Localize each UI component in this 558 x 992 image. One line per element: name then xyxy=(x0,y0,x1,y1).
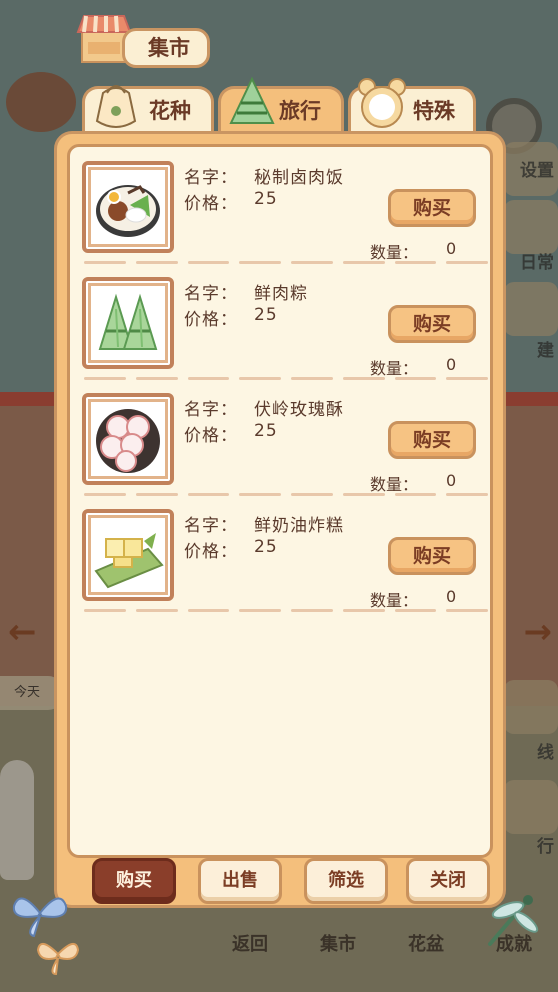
buy-button[interactable]: 购买 xyxy=(388,537,476,575)
item-thumbnail xyxy=(82,277,174,369)
list-item: 名字： 鲜肉粽 价格： 25 购买 数量： 0 xyxy=(70,265,490,381)
tab-special-label: 特殊 xyxy=(413,99,455,123)
tab-travel-label: 旅行 xyxy=(279,99,321,123)
filter-button[interactable]: 筛选 xyxy=(304,858,388,904)
buy-button[interactable]: 购买 xyxy=(388,305,476,343)
arrow-right-icon: → xyxy=(523,612,553,652)
divider xyxy=(84,609,488,613)
item-name: 秘制卤肉饭 xyxy=(254,168,344,188)
item-price-label: 价格： xyxy=(184,310,238,330)
build-label: 建 xyxy=(537,341,554,361)
buy-button[interactable]: 购买 xyxy=(388,189,476,227)
market-label: 集市 xyxy=(320,934,356,955)
quantity-value: 0 xyxy=(446,355,457,374)
item-name-label: 名字： xyxy=(184,516,238,536)
item-thumbnail xyxy=(82,393,174,485)
sell-mode-button[interactable]: 出售 xyxy=(198,858,282,904)
quantity-label: 数量： xyxy=(370,591,419,610)
bear-frame-icon xyxy=(358,78,406,128)
butterfly-icon xyxy=(12,897,68,938)
tab-seeds[interactable]: 花种 xyxy=(82,85,214,132)
close-button[interactable]: 关闭 xyxy=(406,858,490,904)
item-name-label: 名字： xyxy=(184,400,238,420)
item-price: 25 xyxy=(254,189,278,209)
list-item: 名字： 秘制卤肉饭 价格： 25 购买 数量： 0 xyxy=(70,149,490,265)
back-label: 返回 xyxy=(232,934,268,955)
route-label: 线 xyxy=(537,743,554,763)
background-tree xyxy=(6,72,76,132)
item-name-label: 名字： xyxy=(184,168,238,188)
seed-bag-icon xyxy=(95,85,137,128)
quantity-value: 0 xyxy=(446,587,457,606)
dragonfly-icon xyxy=(488,895,539,946)
zongzi-icon xyxy=(229,76,275,124)
item-name: 鲜奶油炸糕 xyxy=(254,516,344,536)
quantity-value: 0 xyxy=(446,239,457,258)
list-item: 名字： 鲜奶油炸糕 价格： 25 购买 数量： 0 xyxy=(70,497,490,613)
build-side-button xyxy=(504,282,558,336)
rabbit-character xyxy=(0,760,34,880)
shop-panel: 名字： 秘制卤肉饭 价格： 25 购买 数量： 0 名字： 鲜肉粽 价格： 25 xyxy=(54,131,506,908)
item-name: 鲜肉粽 xyxy=(254,284,308,304)
settings-label: 设置 xyxy=(520,161,554,181)
tab-special[interactable]: 特殊 xyxy=(348,78,476,132)
quantity-label: 数量： xyxy=(370,475,419,494)
item-price-label: 价格： xyxy=(184,426,238,446)
flowerpot-label: 花盆 xyxy=(408,934,444,955)
fried-cake-icon xyxy=(94,533,164,589)
item-price: 25 xyxy=(254,421,278,441)
daily-side-button xyxy=(504,200,558,254)
zongzi-icon xyxy=(98,293,158,350)
travel-side-button xyxy=(504,780,558,834)
quantity-value: 0 xyxy=(446,471,457,490)
rose-pastry-icon xyxy=(96,409,160,473)
daily-label: 日常 xyxy=(520,253,554,273)
butterfly-orange-icon xyxy=(36,943,80,976)
item-name-label: 名字： xyxy=(184,284,238,304)
item-price-label: 价格： xyxy=(184,542,238,562)
travel-label: 行 xyxy=(537,837,554,857)
tab-seeds-label: 花种 xyxy=(149,99,191,123)
tab-travel[interactable]: 旅行 xyxy=(218,76,344,132)
item-thumbnail xyxy=(82,509,174,601)
buy-button[interactable]: 购买 xyxy=(388,421,476,459)
arrow-left-icon: ← xyxy=(8,612,37,652)
buy-mode-button[interactable]: 购买 xyxy=(92,858,176,904)
route-side-button xyxy=(504,680,558,734)
item-thumbnail xyxy=(82,161,174,253)
item-price: 25 xyxy=(254,537,278,557)
item-list[interactable]: 名字： 秘制卤肉饭 价格： 25 购买 数量： 0 名字： 鲜肉粽 价格： 25 xyxy=(67,144,493,858)
quantity-label: 数量： xyxy=(370,243,419,262)
list-item: 名字： 伏岭玫瑰酥 价格： 25 购买 数量： 0 xyxy=(70,381,490,497)
item-price-label: 价格： xyxy=(184,194,238,214)
market-title: 集市 xyxy=(122,28,210,68)
braised-pork-rice-icon xyxy=(96,185,160,237)
quantity-label: 数量： xyxy=(370,359,419,378)
item-name: 伏岭玫瑰酥 xyxy=(254,400,344,420)
item-price: 25 xyxy=(254,305,278,325)
